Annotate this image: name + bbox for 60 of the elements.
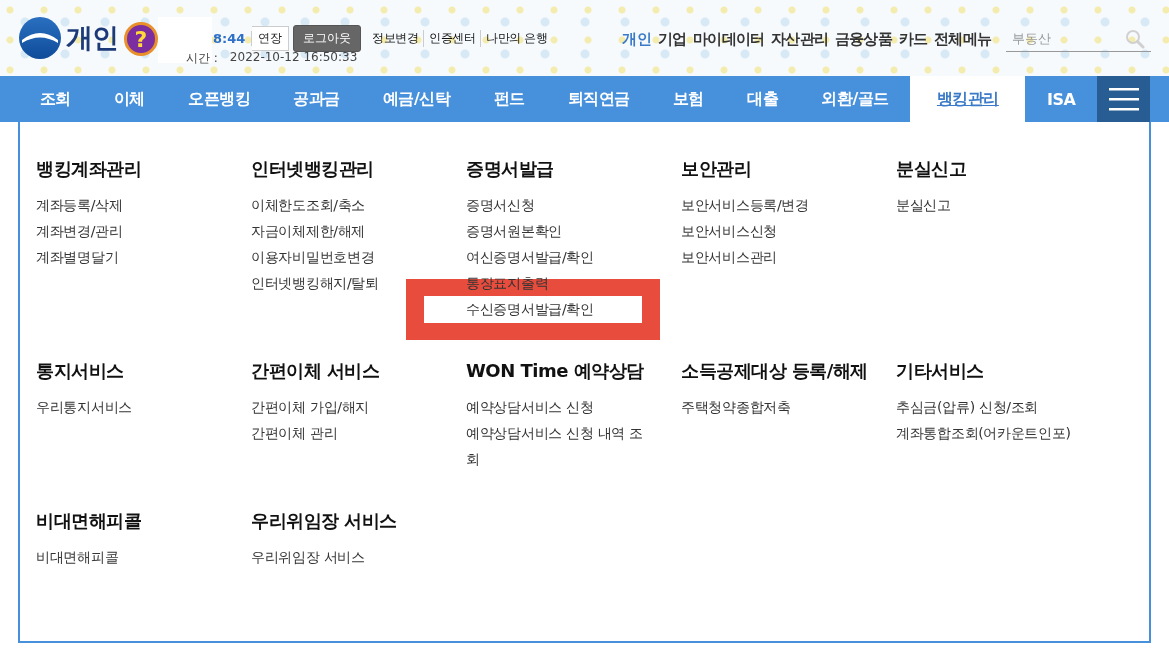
- section-title: 소득공제대상 등록/해제: [681, 360, 869, 382]
- menu-link[interactable]: 보안서비스등록/변경: [681, 192, 871, 218]
- section-title: 비대면해피콜: [36, 510, 142, 532]
- menu-link[interactable]: 주택청약종합저축: [681, 394, 871, 420]
- menu-link[interactable]: 인터넷뱅킹해지/탈퇴: [251, 270, 441, 296]
- menu-link[interactable]: 계좌별명달기: [36, 244, 226, 270]
- menu-link[interactable]: 수신증명서발급/확인: [466, 296, 656, 322]
- menu-link[interactable]: 이용자비밀번호변경: [251, 244, 441, 270]
- help-button[interactable]: ?: [124, 22, 158, 56]
- section-title: WON Time 예약상담: [466, 360, 645, 382]
- logo-icon: [18, 16, 62, 60]
- section-title: 분실신고: [896, 158, 967, 180]
- section-title: 통지서비스: [36, 360, 125, 382]
- menu-link[interactable]: 계좌변경/관리: [36, 218, 226, 244]
- extend-button[interactable]: 연장: [252, 25, 290, 51]
- menu-link[interactable]: 간편이체 가입/해지: [251, 394, 441, 420]
- logout-button[interactable]: 로그아웃: [293, 24, 362, 52]
- menu-link[interactable]: 간편이체 관리: [251, 420, 441, 446]
- search-icon: [1125, 29, 1145, 49]
- menu-link[interactable]: 이체한도조회/축소: [251, 192, 441, 218]
- nav-tab[interactable]: 뱅킹관리: [910, 76, 1026, 122]
- menu-link[interactable]: 보안서비스신청: [681, 218, 871, 244]
- section-title: 뱅킹계좌관리: [36, 158, 142, 180]
- menu-link[interactable]: 우리통지서비스: [36, 394, 226, 420]
- section-title: 간편이체 서비스: [251, 360, 381, 382]
- section-title: 보안관리: [681, 158, 752, 180]
- top-nav-link[interactable]: 카드: [898, 29, 928, 49]
- menu-link[interactable]: 계좌통합조회(어카운트인포): [896, 420, 1086, 446]
- menu-link[interactable]: 보안서비스관리: [681, 244, 871, 270]
- menu-button[interactable]: [1097, 76, 1150, 122]
- header-link[interactable]: 정보변경: [367, 29, 424, 47]
- logo-text[interactable]: 개인: [66, 20, 118, 56]
- blank-patch: [158, 17, 212, 63]
- menu-link[interactable]: 추심금(압류) 신청/조회: [896, 394, 1086, 420]
- menu-link[interactable]: 증명서원본확인: [466, 218, 656, 244]
- menu-link[interactable]: 예약상담서비스 신청: [466, 394, 656, 420]
- menu-link[interactable]: 자금이체제한/해제: [251, 218, 441, 244]
- top-nav-link[interactable]: 전체메뉴: [934, 29, 991, 49]
- last-login-time: 2022-10-12 16:50:33: [229, 50, 358, 66]
- last-login-label: 시간 :: [186, 50, 218, 67]
- top-nav-link[interactable]: 마이데이터: [693, 29, 765, 49]
- menu-link[interactable]: 여신증명서발급/확인: [466, 244, 656, 270]
- menu-link[interactable]: 분실신고: [896, 192, 1086, 218]
- search-field[interactable]: 부동산: [1006, 26, 1151, 52]
- menu-link[interactable]: 예약상담서비스 신청 내역 조회: [466, 420, 656, 472]
- header-link[interactable]: 나만의 은행: [480, 29, 553, 47]
- top-nav-link[interactable]: 금융상품: [834, 29, 892, 49]
- section-title: 기타서비스: [896, 360, 985, 382]
- menu-icon: [1108, 87, 1139, 111]
- section-title: 우리위임장 서비스: [251, 510, 398, 532]
- menu-link[interactable]: 비대면해피콜: [36, 544, 226, 570]
- menu-link[interactable]: 우리위임장 서비스: [251, 544, 441, 570]
- section-title: 인터넷뱅킹관리: [251, 158, 375, 180]
- top-nav-link[interactable]: 기업: [657, 29, 687, 49]
- top-nav-link[interactable]: 개인: [622, 29, 651, 49]
- menu-link[interactable]: 계좌등록/삭제: [36, 192, 226, 218]
- section-title: 증명서발급: [466, 158, 555, 180]
- header-link[interactable]: 인증센터: [423, 29, 481, 47]
- top-nav-link[interactable]: 자산관리: [771, 29, 828, 49]
- menu-link[interactable]: 증명서신청: [466, 192, 656, 218]
